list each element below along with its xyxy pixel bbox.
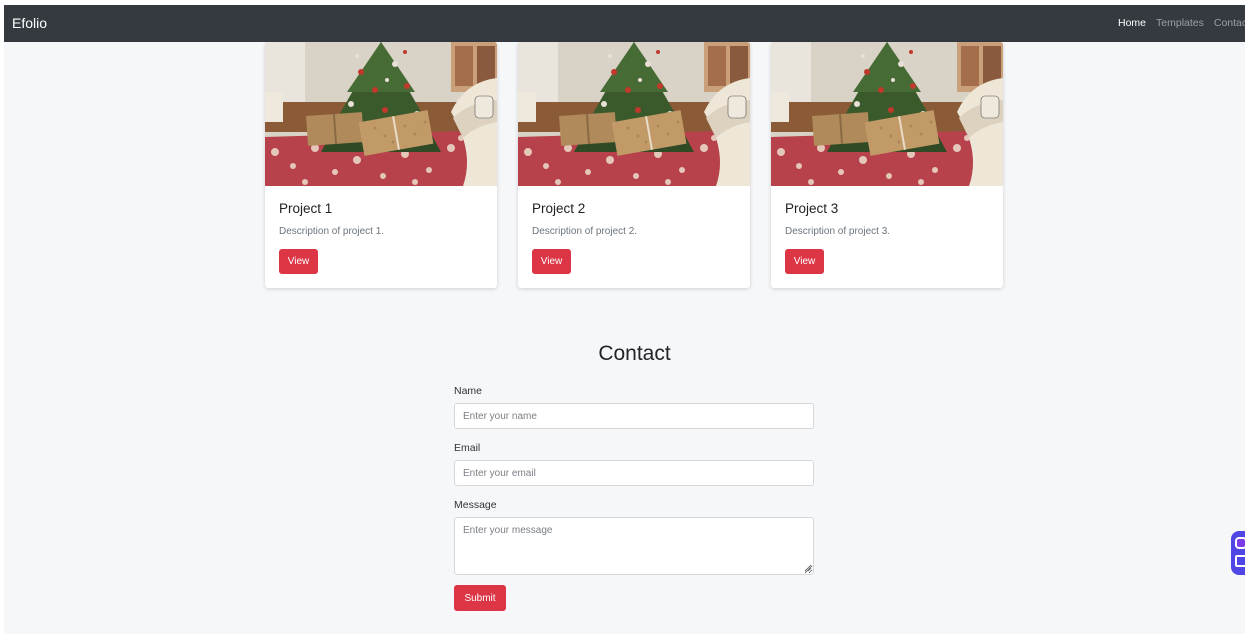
- project-description: Description of project 3.: [785, 226, 891, 237]
- project-description: Description of project 1.: [279, 226, 385, 237]
- project-title: Project 2: [532, 201, 586, 216]
- contact-heading: Contact: [598, 342, 671, 365]
- submit-button[interactable]: Submit: [454, 585, 506, 611]
- view-project-button[interactable]: View: [532, 249, 571, 274]
- widget-bottom-icon: [1235, 555, 1245, 567]
- project-image: [518, 42, 750, 186]
- project-image: [265, 42, 497, 186]
- project-description: Description of project 2.: [532, 226, 638, 237]
- nav-link-contact[interactable]: Contact: [1214, 17, 1245, 30]
- view-project-button[interactable]: View: [785, 249, 824, 274]
- nav-links: Home Templates Contact: [1118, 17, 1245, 30]
- view-project-button[interactable]: View: [279, 249, 318, 274]
- brand-logo[interactable]: Efolio: [12, 15, 47, 32]
- nav-link-templates[interactable]: Templates: [1156, 17, 1204, 30]
- nav-link-home[interactable]: Home: [1118, 17, 1146, 30]
- message-label: Message: [454, 499, 497, 511]
- name-label: Name: [454, 385, 483, 397]
- page: Efolio Home Templates Contact Project 1 …: [4, 5, 1245, 634]
- message-field[interactable]: [454, 517, 814, 575]
- navbar: Efolio Home Templates Contact: [4, 5, 1245, 42]
- email-label: Email: [454, 442, 481, 454]
- email-field[interactable]: [454, 460, 814, 486]
- chat-widget-icon[interactable]: [1231, 531, 1245, 575]
- project-title: Project 3: [785, 201, 839, 216]
- project-card-1: Project 1 Description of project 1. View: [265, 42, 497, 288]
- project-image: [771, 42, 1003, 186]
- name-field[interactable]: [454, 403, 814, 429]
- project-card-3: Project 3 Description of project 3. View: [771, 42, 1003, 288]
- resize-grip-icon[interactable]: [804, 564, 812, 572]
- widget-top-icon: [1235, 537, 1245, 549]
- project-card-2: Project 2 Description of project 2. View: [518, 42, 750, 288]
- project-title: Project 1: [279, 201, 333, 216]
